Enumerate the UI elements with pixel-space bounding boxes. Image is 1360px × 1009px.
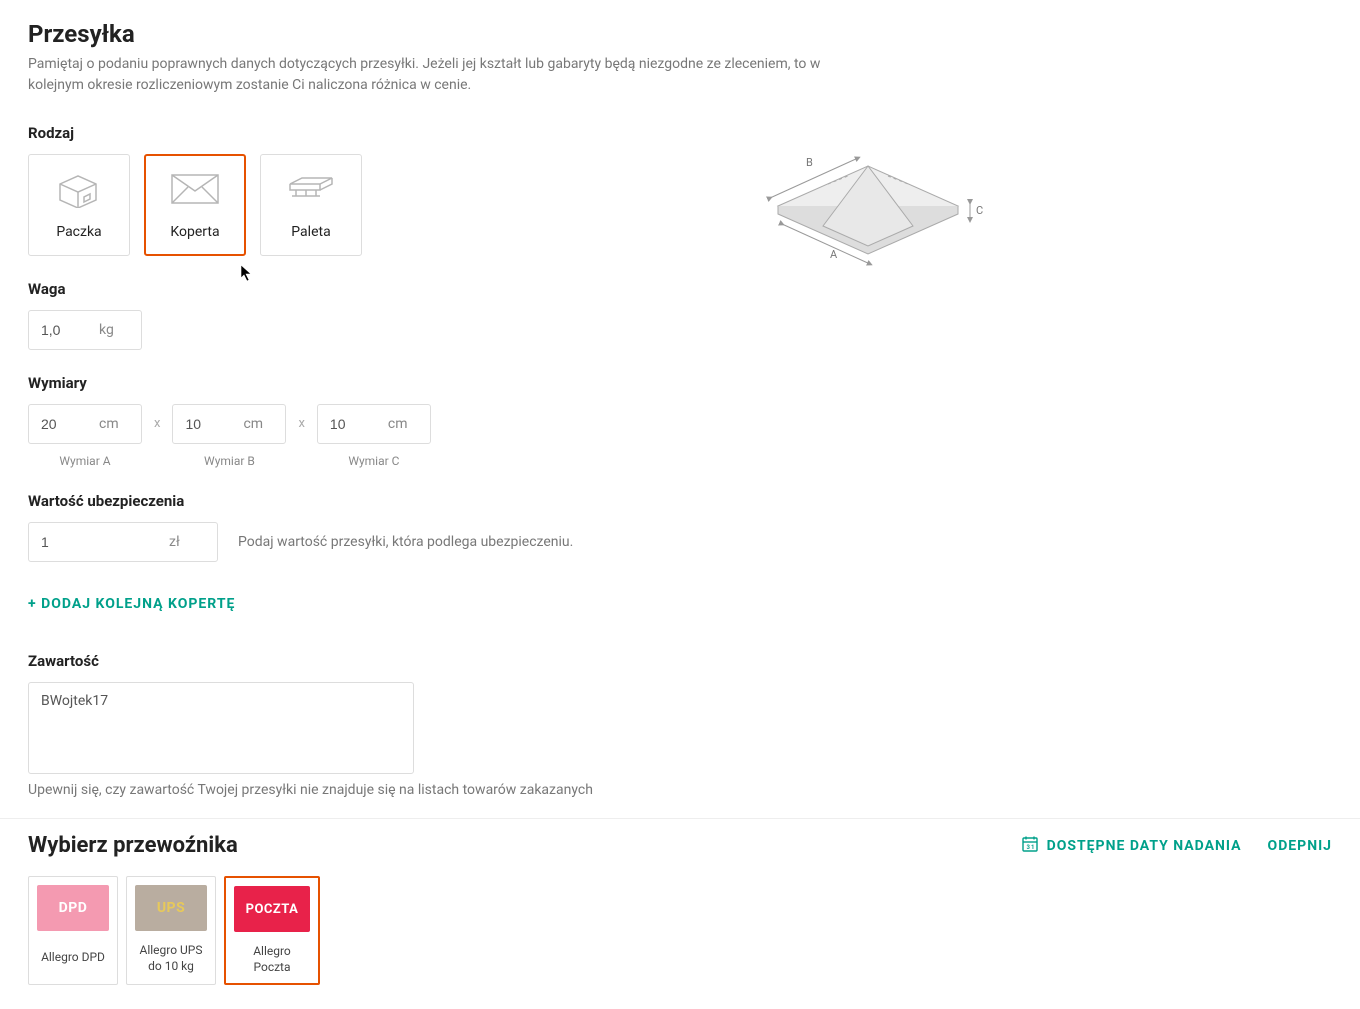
dim-b-input[interactable] bbox=[173, 405, 243, 443]
dim-sep: x bbox=[296, 416, 306, 431]
carrier-card-poczta[interactable]: POCZTA Allegro Poczta bbox=[224, 876, 320, 985]
carrier-badge: UPS bbox=[135, 885, 207, 931]
carrier-badge: DPD bbox=[37, 885, 109, 931]
envelope-diagram: B A C bbox=[748, 136, 988, 290]
type-card-paczka[interactable]: Paczka bbox=[28, 154, 130, 256]
carrier-options: DPD Allegro DPD UPS Allegro UPS do 10 kg… bbox=[28, 876, 1332, 985]
dim-c-caption: Wymiar C bbox=[348, 454, 399, 468]
type-card-paleta[interactable]: Paleta bbox=[260, 154, 362, 256]
dim-a-unit: cm bbox=[99, 416, 131, 432]
dim-a-group: cm bbox=[28, 404, 142, 444]
shipment-title: Przesyłka bbox=[28, 20, 1332, 48]
dimensions-label: Wymiary bbox=[28, 374, 668, 392]
type-card-koperta[interactable]: Koperta bbox=[144, 154, 246, 256]
insurance-label: Wartość ubezpieczenia bbox=[28, 492, 668, 510]
content-note: Upewnij się, czy zawartość Twojej przesy… bbox=[28, 782, 668, 798]
pallet-icon bbox=[286, 170, 336, 208]
weight-input[interactable] bbox=[29, 311, 99, 349]
type-cards: Paczka Koperta bbox=[28, 154, 668, 256]
type-card-label: Koperta bbox=[170, 224, 219, 240]
dim-b-caption: Wymiar B bbox=[204, 454, 255, 468]
carrier-badge: POCZTA bbox=[234, 886, 310, 932]
weight-input-group: kg bbox=[28, 310, 142, 350]
dates-link-label: DOSTĘPNE DATY NADANIA bbox=[1047, 838, 1242, 854]
calendar-icon: 31 bbox=[1021, 835, 1039, 857]
dim-c-input[interactable] bbox=[318, 405, 388, 443]
svg-text:C: C bbox=[976, 204, 983, 217]
insurance-group: zł bbox=[28, 522, 218, 562]
weight-unit: kg bbox=[99, 322, 126, 338]
add-envelope-button[interactable]: + DODAJ KOLEJNĄ KOPERTĘ bbox=[28, 596, 235, 612]
carrier-card-dpd[interactable]: DPD Allegro DPD bbox=[28, 876, 118, 985]
dim-c-group: cm bbox=[317, 404, 431, 444]
carrier-card-label: Allegro UPS do 10 kg bbox=[135, 943, 207, 974]
dim-a-input[interactable] bbox=[29, 405, 99, 443]
content-textarea[interactable]: BWojtek17 bbox=[28, 682, 414, 774]
carrier-card-ups[interactable]: UPS Allegro UPS do 10 kg bbox=[126, 876, 216, 985]
envelope-icon bbox=[170, 170, 220, 208]
insurance-input[interactable] bbox=[29, 523, 169, 561]
svg-text:A: A bbox=[830, 248, 838, 261]
insurance-hint: Podaj wartość przesyłki, która podlega u… bbox=[238, 534, 573, 550]
type-card-label: Paleta bbox=[291, 224, 330, 240]
carrier-card-label: Allegro DPD bbox=[41, 943, 105, 973]
type-label: Rodzaj bbox=[28, 124, 668, 142]
carrier-title: Wybierz przewoźnika bbox=[28, 833, 238, 858]
box-icon bbox=[56, 170, 102, 208]
shipment-desc: Pamiętaj o podaniu poprawnych danych dot… bbox=[28, 54, 878, 96]
dim-b-unit: cm bbox=[243, 416, 275, 432]
insurance-unit: zł bbox=[169, 534, 192, 550]
svg-text:31: 31 bbox=[1026, 844, 1035, 851]
type-card-label: Paczka bbox=[56, 224, 101, 240]
dim-b-group: cm bbox=[172, 404, 286, 444]
weight-label: Waga bbox=[28, 280, 668, 298]
unpin-link[interactable]: ODEPNIJ bbox=[1268, 838, 1332, 854]
carrier-card-label: Allegro Poczta bbox=[234, 944, 310, 975]
svg-text:B: B bbox=[806, 156, 813, 169]
dates-link[interactable]: 31 DOSTĘPNE DATY NADANIA bbox=[1021, 835, 1242, 857]
dim-c-unit: cm bbox=[388, 416, 420, 432]
content-label: Zawartość bbox=[28, 652, 668, 670]
dim-a-caption: Wymiar A bbox=[59, 454, 110, 468]
dim-sep: x bbox=[152, 416, 162, 431]
unpin-link-label: ODEPNIJ bbox=[1268, 838, 1332, 854]
